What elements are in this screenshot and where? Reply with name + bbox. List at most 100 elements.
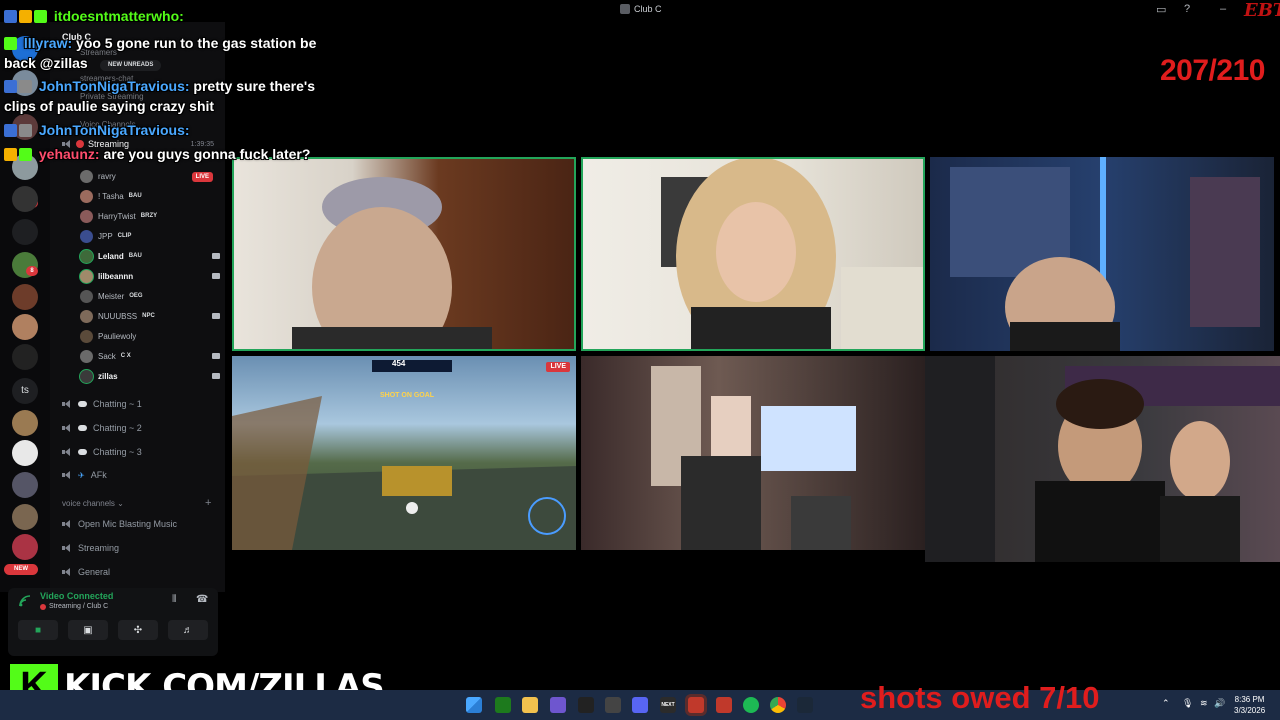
screenshare-button[interactable]: ▣ bbox=[68, 620, 108, 640]
voice-member[interactable]: Sack C X bbox=[80, 347, 220, 365]
clock-date: 3/3/2026 bbox=[1234, 706, 1266, 715]
member-name: ravry bbox=[98, 171, 116, 181]
activities-button[interactable]: ✣ bbox=[118, 620, 158, 640]
next-app-icon[interactable]: NEXT bbox=[660, 697, 676, 713]
activities-icon: ✣ bbox=[133, 624, 143, 636]
voice-member[interactable]: HarryTwist BRZY bbox=[80, 207, 220, 225]
soundboard-button[interactable]: ♬ bbox=[168, 620, 208, 640]
video-tile-5[interactable] bbox=[581, 356, 925, 550]
server-icon-8[interactable] bbox=[12, 314, 38, 340]
streaming-app-icon[interactable] bbox=[688, 697, 704, 713]
shots-owed-counter: shots owed 7/10 bbox=[860, 680, 1100, 715]
voice-member[interactable]: Meister OEG bbox=[80, 287, 220, 305]
voice-channel-chatting-3[interactable]: Chatting ~ 3 bbox=[62, 444, 222, 460]
signal-icon[interactable] bbox=[18, 594, 32, 608]
app-grid-icon[interactable] bbox=[550, 697, 566, 713]
chat-username[interactable]: yehaunz: bbox=[39, 146, 100, 162]
voice-member[interactable]: Pauliewoly bbox=[80, 327, 220, 345]
video-tile-3[interactable] bbox=[930, 157, 1274, 351]
inbox-icon[interactable]: ▭ bbox=[1156, 3, 1166, 16]
badge-icon bbox=[19, 148, 32, 161]
voice-member[interactable]: zillas bbox=[80, 367, 220, 385]
server-icon-5[interactable] bbox=[12, 186, 38, 212]
avatar bbox=[80, 289, 93, 303]
voice-member[interactable]: JPP CLIP bbox=[80, 227, 220, 245]
github-icon[interactable] bbox=[578, 697, 594, 713]
wifi-icon[interactable]: ≋ bbox=[1200, 698, 1208, 709]
avatar bbox=[80, 349, 93, 363]
voice-member[interactable]: NUUUBSS NPC bbox=[80, 307, 220, 325]
progress-counter: 207/210 bbox=[1160, 54, 1265, 87]
game-score: 454 bbox=[392, 359, 406, 368]
member-name: HarryTwist bbox=[98, 211, 136, 221]
server-text-icon[interactable]: ts bbox=[12, 378, 38, 404]
streaming-app-icon-2[interactable] bbox=[716, 697, 732, 713]
folder-icon[interactable] bbox=[12, 219, 38, 245]
noise-suppression-icon[interactable]: ⦀ bbox=[172, 594, 176, 605]
chevron-up-icon[interactable]: ⌃ bbox=[1162, 698, 1170, 709]
camera-button[interactable]: ■ bbox=[18, 620, 58, 640]
voice-channel-afk[interactable]: ✈ AFk bbox=[62, 467, 222, 483]
voice-channel-chatting-1[interactable]: Chatting ~ 1 bbox=[62, 396, 222, 412]
chat-username[interactable]: JohnTonNigaTravious: bbox=[39, 78, 190, 94]
windows-start-icon[interactable] bbox=[466, 697, 482, 713]
voice-member[interactable]: ! Tasha BAU bbox=[80, 187, 220, 205]
voice-channel-chatting-2[interactable]: Chatting ~ 2 bbox=[62, 420, 222, 436]
voice-channels-category[interactable]: voice channels ⌄ bbox=[62, 499, 124, 508]
voice-channel-streaming[interactable]: Streaming bbox=[62, 540, 222, 556]
voice-member[interactable]: Leland BAU bbox=[80, 247, 220, 265]
server-icon-10[interactable] bbox=[12, 410, 38, 436]
new-unreads-pill[interactable]: NEW UNREADS bbox=[100, 60, 162, 71]
member-name: Meister bbox=[98, 291, 125, 301]
live-dot-icon bbox=[40, 603, 46, 610]
game-feed bbox=[232, 360, 576, 550]
video-tile-2[interactable] bbox=[581, 157, 925, 351]
voice-status[interactable]: Video Connected bbox=[40, 591, 113, 601]
member-name: ! Tasha bbox=[98, 191, 124, 201]
spotify-icon[interactable] bbox=[743, 697, 759, 713]
live-tag: LIVE bbox=[546, 362, 570, 372]
chat-username[interactable]: lllyraw: bbox=[24, 35, 72, 51]
video-tile-1[interactable] bbox=[232, 157, 576, 351]
voice-member[interactable]: lilbeannn bbox=[80, 267, 220, 285]
mic-icon[interactable]: 🎙 bbox=[1182, 698, 1193, 709]
server-icon-11[interactable] bbox=[12, 440, 38, 466]
taskbar-clock[interactable]: 8:36 PM 3/3/2026 bbox=[1234, 694, 1265, 716]
help-icon[interactable]: ? bbox=[1184, 3, 1190, 15]
webcam-feed bbox=[651, 366, 856, 550]
terminal-icon[interactable] bbox=[495, 697, 511, 713]
add-channel-icon[interactable]: + bbox=[205, 497, 211, 509]
volume-icon[interactable]: 🔊 bbox=[1214, 698, 1225, 709]
video-tile-6[interactable] bbox=[925, 356, 1280, 562]
chevron-down-icon: ⌄ bbox=[117, 499, 124, 508]
server-icon-14[interactable] bbox=[12, 534, 38, 560]
server-icon-7[interactable] bbox=[12, 284, 38, 310]
voice-channel-open-mic[interactable]: Open Mic Blasting Music bbox=[62, 516, 222, 532]
voice-location: Streaming / Club C bbox=[40, 603, 108, 610]
chat-username[interactable]: itdoesntmatterwho: bbox=[54, 8, 184, 24]
discord-icon[interactable] bbox=[632, 697, 648, 713]
minimize-button[interactable]: – bbox=[1220, 3, 1226, 15]
folder-icon[interactable] bbox=[522, 697, 538, 713]
chat-message: yehaunz: are you guys gonna fuck later? bbox=[4, 146, 310, 162]
chat-badges bbox=[4, 148, 32, 161]
obs-icon[interactable] bbox=[605, 697, 621, 713]
badge-icon bbox=[4, 124, 17, 137]
steam-icon[interactable] bbox=[797, 697, 813, 713]
voice-channel-general[interactable]: General bbox=[62, 564, 222, 580]
voice-member[interactable]: ravry bbox=[80, 167, 220, 185]
voice-channel-label: Chatting ~ 3 bbox=[93, 447, 142, 457]
chat-badges bbox=[4, 37, 17, 50]
server-icon-13[interactable] bbox=[12, 504, 38, 530]
disconnect-icon[interactable]: ☎ bbox=[196, 594, 208, 605]
voice-location-text: Streaming / Club C bbox=[49, 603, 109, 610]
chat-message: JohnTonNigaTravious: bbox=[4, 122, 190, 138]
server-icon-9[interactable] bbox=[12, 344, 38, 370]
speaker-icon bbox=[62, 471, 72, 479]
server-icon-12[interactable] bbox=[12, 472, 38, 498]
video-tile-4[interactable]: 454 SHOT ON GOAL LIVE bbox=[232, 356, 576, 550]
chat-badges bbox=[4, 124, 32, 137]
chrome-icon[interactable] bbox=[770, 697, 786, 713]
chat-username[interactable]: JohnTonNigaTravious: bbox=[39, 122, 190, 138]
speaker-icon bbox=[62, 424, 72, 432]
